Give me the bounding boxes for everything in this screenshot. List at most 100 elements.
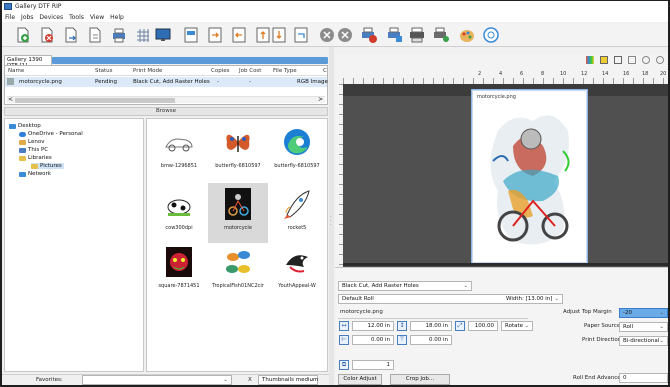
- printer-tools-button[interactable]: [432, 26, 450, 44]
- thumbnail-item[interactable]: cow300dpi: [149, 183, 209, 243]
- copy-job-button[interactable]: [86, 26, 104, 44]
- close-favorites-button[interactable]: X: [248, 377, 252, 383]
- color-swatch-icon[interactable]: [586, 56, 594, 64]
- thumbnail-item[interactable]: bmw-1296851: [149, 121, 209, 181]
- color-tools-button[interactable]: [458, 26, 476, 44]
- media-select[interactable]: Default Roll Width: [13.00 in] ⌄: [338, 294, 563, 304]
- menu-tools[interactable]: Tools: [69, 14, 84, 21]
- menu-jobs[interactable]: Jobs: [21, 14, 33, 21]
- column-print-mode[interactable]: Print Mode: [133, 68, 162, 74]
- paint-icon[interactable]: [600, 56, 608, 64]
- desktop-icon: [9, 123, 16, 129]
- thumbnail-item[interactable]: butterfly-6810597: [208, 121, 268, 181]
- page-right-button[interactable]: [230, 26, 248, 44]
- thumbnail-label: cow300dpi: [165, 225, 193, 231]
- paper-source-select[interactable]: Roll ⌄: [619, 322, 668, 332]
- color-palette-icon: [460, 30, 474, 42]
- height-input[interactable]: 18.00 in: [410, 321, 452, 331]
- tab-queue[interactable]: Gallery 1390 DTF [1]: [4, 55, 52, 69]
- column-status[interactable]: Status: [95, 68, 113, 74]
- add-job-button[interactable]: [14, 26, 32, 44]
- tree-item-desktop[interactable]: Desktop: [9, 123, 41, 129]
- ruler-tick-label: 2: [478, 71, 482, 77]
- page-left-button[interactable]: [206, 26, 224, 44]
- layer-icon[interactable]: [628, 56, 636, 64]
- menu-bar: File Jobs Devices Tools View Help: [2, 12, 668, 22]
- monitor-button[interactable]: [154, 26, 172, 44]
- help-button[interactable]: [482, 26, 500, 44]
- thumbnail-item[interactable]: butterfly-6810597: [267, 121, 327, 181]
- thumbnail-item[interactable]: rocket5: [267, 183, 327, 243]
- menu-devices[interactable]: Devices: [39, 14, 63, 21]
- stop-button[interactable]: [336, 26, 354, 44]
- rotate-select[interactable]: Rotate ⌄: [501, 321, 533, 331]
- scale-input[interactable]: 100.00: [468, 321, 498, 331]
- column-name[interactable]: Name: [8, 68, 24, 74]
- grid-button[interactable]: [134, 26, 152, 44]
- column-file-type[interactable]: File Type: [273, 68, 297, 74]
- printer-config-button[interactable]: [386, 26, 404, 44]
- tree-label: Pictures: [40, 163, 62, 169]
- scroll-left-icon[interactable]: <: [8, 96, 13, 103]
- help-icon: [483, 27, 499, 43]
- thumbnail-size-select[interactable]: Thumbnails medium ⌄: [258, 375, 318, 385]
- tree-item-onedrive[interactable]: OneDrive - Personal: [19, 131, 83, 137]
- tree-item-pictures[interactable]: Pictures: [31, 163, 64, 169]
- column-copies[interactable]: Copies: [211, 68, 229, 74]
- print-mode-select[interactable]: Black Cut, Add Raster Holes ⌄: [338, 281, 472, 291]
- zoom-icon[interactable]: [642, 56, 650, 64]
- thumbnail-item[interactable]: TropicalFish01NC2cir: [208, 241, 268, 301]
- tree-item-lenov[interactable]: Lenov: [19, 139, 44, 145]
- move-job-icon: [65, 27, 77, 43]
- width-input[interactable]: 12.00 in: [352, 321, 394, 331]
- y-offset-input[interactable]: 0.00 in: [410, 335, 452, 345]
- thumbnail-item[interactable]: YouthAppeal-W: [267, 241, 327, 301]
- printer-status-button[interactable]: [408, 26, 426, 44]
- page-rotate-button[interactable]: [292, 26, 310, 44]
- roll-end-advance-input[interactable]: 0: [619, 373, 668, 383]
- cancel-x-button[interactable]: [318, 26, 336, 44]
- menu-file[interactable]: File: [5, 14, 15, 21]
- y-offset-value: 0.00 in: [428, 337, 448, 343]
- job-status: Pending: [95, 79, 117, 85]
- copies-input[interactable]: 1: [352, 360, 394, 370]
- thumbnail-item[interactable]: square-7871451: [149, 241, 209, 301]
- table-row[interactable]: motorcycle.png Pending Black Cut, Add Ra…: [5, 77, 328, 87]
- scroll-thumb[interactable]: [15, 98, 175, 103]
- queue-scrollbar[interactable]: < >: [7, 96, 325, 103]
- crop-job-button[interactable]: Crop Job...: [390, 374, 450, 385]
- zoom-out-icon[interactable]: [656, 56, 664, 64]
- layout-button[interactable]: [182, 26, 200, 44]
- pane-splitter[interactable]: · · ·: [329, 47, 334, 385]
- printer-delete-button[interactable]: [360, 26, 378, 44]
- favorites-dropdown[interactable]: ⌄: [82, 375, 232, 385]
- page-down-button[interactable]: [270, 26, 288, 44]
- brush-icon[interactable]: [614, 56, 622, 64]
- job-name: motorcycle.png: [19, 79, 62, 85]
- tree-label: Libraries: [28, 155, 52, 161]
- scroll-right-icon[interactable]: >: [318, 96, 323, 103]
- grid-icon: [137, 29, 149, 42]
- ruler-tick-label: 4: [499, 71, 503, 77]
- adjust-top-margin-input[interactable]: -20 ⌄: [619, 308, 668, 318]
- horizontal-ruler: 2 4 6 8 10 12 14 16 18 20: [335, 54, 668, 84]
- print-direction-label: Print Direction: [582, 337, 622, 343]
- tree-item-network[interactable]: Network: [19, 171, 51, 177]
- column-c[interactable]: C: [323, 68, 327, 74]
- chevron-down-icon: ⌄: [309, 377, 314, 383]
- color-adjust-button[interactable]: Color Adjust: [338, 374, 382, 385]
- column-job-cost[interactable]: Job Cost: [239, 68, 261, 74]
- tree-item-libraries[interactable]: Libraries: [19, 155, 52, 161]
- tree-item-this-pc[interactable]: This PC: [19, 147, 48, 153]
- x-offset-input[interactable]: 0.00 in: [352, 335, 394, 345]
- print-direction-select[interactable]: Bi-directional ⌄: [619, 336, 668, 346]
- thumbnail-label: butterfly-6810597: [215, 163, 261, 169]
- print-job-button[interactable]: [110, 26, 128, 44]
- thumbnail-item-selected[interactable]: motorcycle: [208, 183, 268, 243]
- print-media-area[interactable]: motorcycle.png: [472, 90, 587, 263]
- move-job-button[interactable]: [62, 26, 80, 44]
- menu-view[interactable]: View: [90, 14, 104, 21]
- remove-job-button[interactable]: [38, 26, 56, 44]
- menu-help[interactable]: Help: [110, 14, 124, 21]
- face-icon: [166, 247, 192, 277]
